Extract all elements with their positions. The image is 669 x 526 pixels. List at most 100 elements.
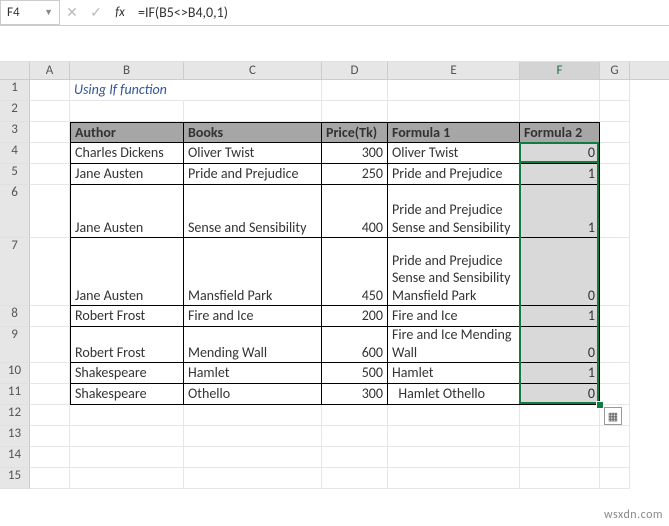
cell[interactable] bbox=[322, 405, 388, 426]
cell[interactable] bbox=[30, 122, 70, 143]
worksheet[interactable]: A B C D E F G 1 2 3 456789101112131415 U… bbox=[0, 62, 669, 489]
row-header[interactable]: 11 bbox=[0, 384, 30, 405]
cell[interactable] bbox=[184, 468, 322, 489]
row-header[interactable]: 9 bbox=[0, 327, 30, 363]
cell[interactable] bbox=[600, 164, 630, 185]
cell[interactable] bbox=[520, 405, 600, 426]
cell-price[interactable]: 600 bbox=[322, 327, 388, 363]
row-header[interactable]: 15 bbox=[0, 468, 30, 489]
cell-formula2[interactable]: 1 bbox=[520, 306, 600, 327]
cell[interactable] bbox=[184, 447, 322, 468]
cell-author[interactable]: Robert Frost bbox=[70, 306, 184, 327]
cell[interactable] bbox=[600, 363, 630, 384]
cell[interactable] bbox=[30, 143, 70, 164]
cell[interactable] bbox=[388, 426, 520, 447]
cell[interactable] bbox=[70, 447, 184, 468]
col-header-a[interactable]: A bbox=[30, 62, 70, 79]
cell-formula1[interactable]: Pride and Prejudice Sense and Sensibilit… bbox=[388, 185, 520, 238]
row-header[interactable]: 3 bbox=[0, 122, 30, 143]
cell[interactable] bbox=[184, 101, 322, 122]
col-header-f[interactable]: F bbox=[520, 62, 600, 79]
cell[interactable] bbox=[600, 80, 630, 101]
cell[interactable] bbox=[322, 468, 388, 489]
cell-formula2[interactable]: 0 bbox=[520, 143, 600, 164]
cell-formula1[interactable]: Hamlet Othello bbox=[388, 384, 520, 405]
cell[interactable] bbox=[600, 101, 630, 122]
cell[interactable] bbox=[600, 238, 630, 306]
cell[interactable] bbox=[30, 447, 70, 468]
cell[interactable] bbox=[70, 468, 184, 489]
cell-formula2[interactable]: 1 bbox=[520, 164, 600, 185]
cell[interactable] bbox=[30, 384, 70, 405]
cell[interactable] bbox=[520, 80, 600, 101]
cell[interactable] bbox=[600, 143, 630, 164]
cell[interactable] bbox=[600, 185, 630, 238]
cell[interactable] bbox=[520, 447, 600, 468]
row-header[interactable]: 8 bbox=[0, 306, 30, 327]
cell-price[interactable]: 200 bbox=[322, 306, 388, 327]
cell-formula2[interactable]: 0 bbox=[520, 384, 600, 405]
fx-icon[interactable]: fx bbox=[108, 0, 132, 25]
header-formula1[interactable]: Formula 1 bbox=[388, 122, 520, 143]
cell-price[interactable]: 500 bbox=[322, 363, 388, 384]
title-cell[interactable]: Using If function bbox=[70, 80, 322, 101]
cell[interactable] bbox=[388, 80, 520, 101]
cell[interactable] bbox=[600, 327, 630, 363]
cell-price[interactable]: 300 bbox=[322, 143, 388, 164]
cell-books[interactable]: Othello bbox=[184, 384, 322, 405]
cell-formula1[interactable]: Fire and Ice bbox=[388, 306, 520, 327]
row-header[interactable]: 7 bbox=[0, 238, 30, 306]
cell[interactable] bbox=[520, 426, 600, 447]
cell[interactable] bbox=[30, 327, 70, 363]
cell[interactable] bbox=[388, 101, 520, 122]
cell[interactable] bbox=[388, 447, 520, 468]
cell[interactable] bbox=[30, 468, 70, 489]
col-header-e[interactable]: E bbox=[388, 62, 520, 79]
cell-formula1[interactable]: Pride and Prejudice Sense and Sensibilit… bbox=[388, 238, 520, 306]
cell-author[interactable]: Robert Frost bbox=[70, 327, 184, 363]
cell-price[interactable]: 450 bbox=[322, 238, 388, 306]
cell-formula1[interactable]: Oliver Twist bbox=[388, 143, 520, 164]
autofill-options-icon[interactable]: ▦ bbox=[604, 407, 622, 425]
cell[interactable] bbox=[30, 185, 70, 238]
cell[interactable] bbox=[520, 468, 600, 489]
row-header[interactable]: 6 bbox=[0, 185, 30, 238]
cell[interactable] bbox=[388, 468, 520, 489]
cell[interactable] bbox=[600, 122, 630, 143]
cell-author[interactable]: Charles Dickens bbox=[70, 143, 184, 164]
cell[interactable] bbox=[184, 426, 322, 447]
cell-formula1[interactable]: Fire and Ice Mending Wall bbox=[388, 327, 520, 363]
cell[interactable] bbox=[600, 384, 630, 405]
cell[interactable] bbox=[600, 426, 630, 447]
confirm-icon[interactable]: ✓ bbox=[84, 0, 108, 25]
cell[interactable] bbox=[30, 405, 70, 426]
cell[interactable] bbox=[70, 101, 184, 122]
cell-books[interactable]: Hamlet bbox=[184, 363, 322, 384]
cell-formula2[interactable]: 0 bbox=[520, 238, 600, 306]
cell-formula2[interactable]: 1 bbox=[520, 185, 600, 238]
row-header[interactable]: 1 bbox=[0, 80, 30, 101]
cell-formula1[interactable]: Pride and Prejudice bbox=[388, 164, 520, 185]
header-books[interactable]: Books bbox=[184, 122, 322, 143]
cell[interactable] bbox=[184, 405, 322, 426]
cell[interactable] bbox=[520, 101, 600, 122]
cell-author[interactable]: Jane Austen bbox=[70, 238, 184, 306]
cell[interactable] bbox=[30, 80, 70, 101]
cell-books[interactable]: Oliver Twist bbox=[184, 143, 322, 164]
header-author[interactable]: Author bbox=[70, 122, 184, 143]
cell[interactable] bbox=[30, 306, 70, 327]
fill-handle[interactable] bbox=[596, 401, 604, 409]
cell[interactable] bbox=[30, 426, 70, 447]
col-header-c[interactable]: C bbox=[184, 62, 322, 79]
row-header[interactable]: 13 bbox=[0, 426, 30, 447]
cell-books[interactable]: Fire and Ice bbox=[184, 306, 322, 327]
cell-books[interactable]: Pride and Prejudice bbox=[184, 164, 322, 185]
cell[interactable] bbox=[30, 101, 70, 122]
cell-formula2[interactable]: 0 bbox=[520, 327, 600, 363]
cells-area[interactable]: Using If function Author Books bbox=[30, 80, 669, 489]
cell[interactable] bbox=[322, 447, 388, 468]
cell[interactable] bbox=[322, 426, 388, 447]
cell[interactable] bbox=[322, 80, 388, 101]
cell-formula2[interactable]: 1 bbox=[520, 363, 600, 384]
header-formula2[interactable]: Formula 2 bbox=[520, 122, 600, 143]
